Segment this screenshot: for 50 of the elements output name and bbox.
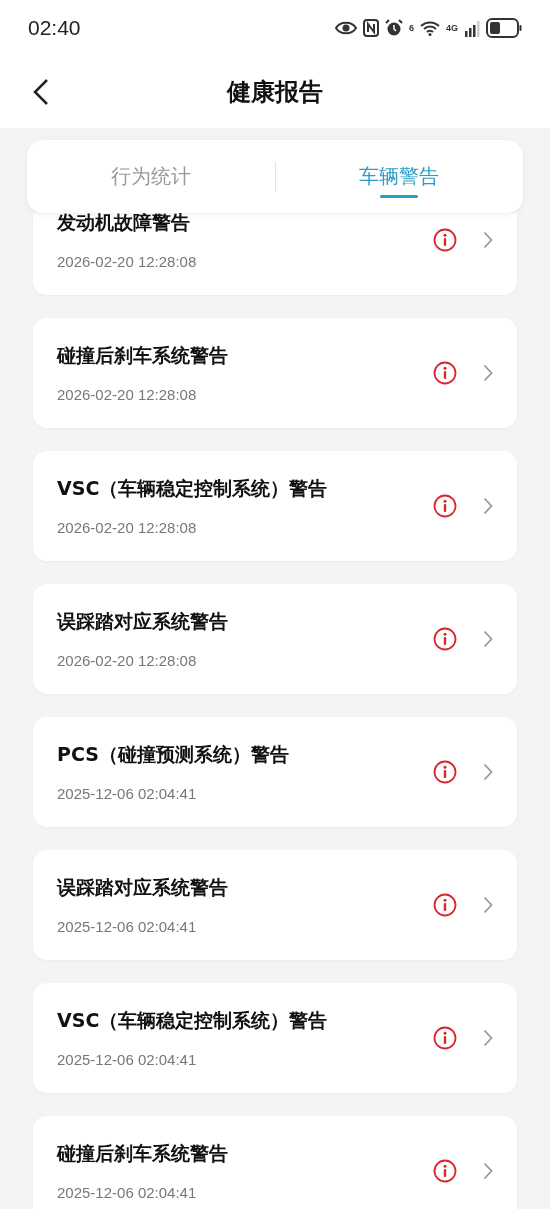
warning-time: 2025-12-06 02:04:41 xyxy=(57,1184,198,1201)
warning-card[interactable]: 碰撞后刹车系统警告 2026-02-20 12:28:08 xyxy=(33,318,517,428)
warning-title: 碰撞后刹车系统警告 xyxy=(57,343,229,368)
info-icon xyxy=(433,1026,457,1050)
warning-title: 发动机故障警告 xyxy=(57,213,191,235)
wifi-icon xyxy=(420,19,440,36)
chevron-right-icon xyxy=(483,1162,493,1180)
warning-title: 碰撞后刹车系统警告 xyxy=(57,1141,229,1166)
warning-time: 2025-12-06 02:04:41 xyxy=(57,1051,198,1068)
warning-title: VSC（车辆稳定控制系统）警告 xyxy=(57,1008,329,1033)
wifi-standard-label: 6 xyxy=(408,22,414,33)
info-icon xyxy=(433,893,457,917)
chevron-right-icon xyxy=(483,1029,493,1047)
warning-card[interactable]: 误踩踏对应系统警告 2025-12-06 02:04:41 xyxy=(33,850,517,960)
chevron-right-icon xyxy=(483,630,493,648)
info-icon xyxy=(433,228,457,252)
page-title: 健康报告 xyxy=(227,76,323,108)
chevron-right-icon xyxy=(483,497,493,515)
status-time: 02:40 xyxy=(28,15,81,40)
network-label: 4G xyxy=(446,22,458,33)
info-icon xyxy=(433,1159,457,1183)
chevron-right-icon xyxy=(483,231,493,249)
nfc-icon xyxy=(362,18,379,37)
warning-time: 2026-02-20 12:28:08 xyxy=(57,253,198,270)
chevron-right-icon xyxy=(483,364,493,382)
warning-time: 2026-02-20 12:28:08 xyxy=(57,519,198,536)
warning-time: 2025-12-06 02:04:41 xyxy=(57,785,198,802)
info-icon xyxy=(433,494,457,518)
warning-title: PCS（碰撞预测系统）警告 xyxy=(57,742,290,767)
alarm-icon xyxy=(384,18,403,37)
warning-title: 误踩踏对应系统警告 xyxy=(57,609,229,634)
warning-card[interactable]: PCS（碰撞预测系统）警告 2025-12-06 02:04:41 xyxy=(33,717,517,827)
warning-card[interactable]: VSC（车辆稳定控制系统）警告 2025-12-06 02:04:41 xyxy=(33,983,517,1093)
warning-card[interactable]: 碰撞后刹车系统警告 2025-12-06 02:04:41 xyxy=(33,1116,517,1209)
chevron-right-icon xyxy=(483,763,493,781)
warning-card[interactable]: VSC（车辆稳定控制系统）警告 2026-02-20 12:28:08 xyxy=(33,451,517,561)
battery-icon xyxy=(486,17,522,38)
info-icon xyxy=(433,361,457,385)
warning-title: VSC（车辆稳定控制系统）警告 xyxy=(57,476,329,501)
warning-card[interactable]: 误踩踏对应系统警告 2026-02-20 12:28:08 xyxy=(33,584,517,694)
warning-time: 2025-12-06 02:04:41 xyxy=(57,918,198,935)
chevron-right-icon xyxy=(483,896,493,914)
warning-time: 2026-02-20 12:28:08 xyxy=(57,386,198,403)
info-icon xyxy=(433,627,457,651)
eye-icon xyxy=(334,20,357,35)
info-icon xyxy=(433,760,457,784)
warning-time: 2026-02-20 12:28:08 xyxy=(57,652,198,669)
warning-title: 误踩踏对应系统警告 xyxy=(57,875,229,900)
signal-icon xyxy=(464,18,480,37)
warning-card[interactable]: 发动机故障警告 2026-02-20 12:28:08 xyxy=(33,213,517,295)
